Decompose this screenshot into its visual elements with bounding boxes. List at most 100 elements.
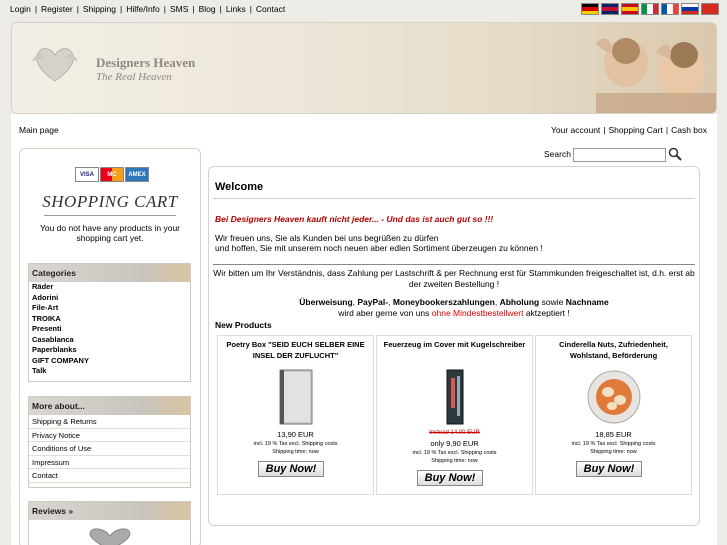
buy-now-button[interactable]: Buy Now!: [258, 461, 324, 477]
cinderella-nuts-image[interactable]: [586, 368, 642, 426]
reviews-header[interactable]: Reviews »: [29, 502, 190, 520]
product-name[interactable]: Feuerzeug im Cover mit Kugelschreiber: [377, 336, 532, 366]
pay-line2-b: aktzeptiert !: [523, 307, 570, 318]
product-tax: incl. 19 % Tax excl. Shipping costs: [412, 450, 497, 456]
more-about-header: More about...: [29, 397, 190, 415]
header-banner: Designers Heaven The Real Heaven: [11, 22, 717, 114]
top-link-sms[interactable]: SMS: [170, 4, 188, 14]
info-link[interactable]: Contact: [29, 469, 190, 483]
pay-method: Abholung: [499, 297, 540, 307]
more-about-list: Shipping & Returns Privacy Notice Conditio…: [29, 415, 190, 483]
logo-title: Designers Heaven: [96, 55, 196, 70]
nav-link-your-account[interactable]: Your account: [551, 125, 600, 135]
category-item[interactable]: File-Art: [29, 303, 190, 314]
top-links: Login | Register | Shipping | Hilfe/Info | SMS | B…: [10, 4, 285, 14]
category-item[interactable]: Adorini: [29, 293, 190, 304]
link-separator: |: [163, 4, 166, 14]
category-item[interactable]: Räder: [29, 282, 190, 293]
info-link[interactable]: Impressum: [29, 456, 190, 469]
top-link-login[interactable]: Login: [10, 4, 31, 14]
payment-methods-text: Überweisung, PayPal-, Moneybookerszahlun…: [213, 297, 695, 318]
categories-box: Categories Räder Adorini File-Art TROIKA Pre…: [28, 263, 191, 382]
product-shipping: Shipping time: now: [590, 449, 637, 455]
link-separator: |: [192, 4, 195, 14]
swiss-flag-icon[interactable]: [701, 3, 719, 15]
product-name[interactable]: Cinderella Nuts, Zufriedenheit, Wohlstan…: [536, 336, 691, 366]
product-tax: incl. 19 % Tax excl. Shipping costs: [253, 441, 338, 447]
pay-method: Moneybookerszahlungen: [392, 297, 495, 307]
right-column: Search Welcome Bei Designers Heaven kauf…: [208, 144, 708, 545]
cart-divider: [44, 215, 176, 216]
category-item[interactable]: Paperblanks: [29, 345, 190, 356]
product-old-price: Instead 14,00 EUR: [429, 430, 480, 436]
payment-line-2: wird aber gerne von uns ohne Mindestbest…: [213, 308, 695, 319]
nav-bar: Main page Your account | Shopping Cart | Cas…: [11, 114, 717, 144]
category-item[interactable]: Talk: [29, 366, 190, 377]
link-separator: |: [249, 4, 252, 14]
search-label: Search: [544, 149, 571, 159]
info-link[interactable]: Conditions of Use: [29, 442, 190, 456]
english-flag-icon[interactable]: [601, 3, 619, 15]
main-page-link[interactable]: Main page: [19, 125, 59, 135]
category-item[interactable]: Casablanca: [29, 335, 190, 346]
reviews-box: Reviews »: [28, 501, 191, 545]
amex-card-icon: AMEX: [125, 167, 149, 182]
top-bar: Login | Register | Shipping | Hilfe/Info | SMS | B…: [0, 0, 727, 18]
pay-line2-a: wird aber gerne von uns: [338, 307, 432, 318]
product-price: only 9,90 EUR: [430, 439, 479, 448]
nav-link-cash-box[interactable]: Cash box: [671, 125, 707, 135]
lighter-image[interactable]: [435, 368, 475, 426]
product-shipping: Shipping time: now: [431, 458, 478, 464]
link-separator: |: [603, 125, 606, 135]
top-link-links[interactable]: Links: [226, 4, 246, 14]
categories-header: Categories: [29, 264, 190, 282]
top-link-shipping[interactable]: Shipping: [83, 4, 116, 14]
italian-flag-icon[interactable]: [641, 3, 659, 15]
welcome-title: Welcome: [215, 181, 264, 193]
pay-method: Nachname: [565, 297, 609, 307]
logo-subtitle: The Real Heaven: [96, 71, 172, 83]
link-separator: |: [34, 4, 38, 14]
info-link[interactable]: Shipping & Returns: [29, 415, 190, 429]
min-order-link[interactable]: ohne Mindestbestellwert: [432, 308, 524, 318]
product-price: 13,90 EUR: [277, 430, 314, 439]
spanish-flag-icon[interactable]: [621, 3, 639, 15]
link-separator: |: [120, 4, 123, 14]
visa-card-icon: VISA: [75, 167, 99, 182]
winged-heart-logo-icon: [32, 48, 78, 82]
new-products-title: New Products: [215, 320, 272, 330]
german-flag-icon[interactable]: [581, 3, 599, 15]
shopping-cart-title[interactable]: SHOPPING CART: [20, 192, 200, 212]
french-flag-icon[interactable]: [661, 3, 679, 15]
more-about-box: More about... Shipping & Returns Privacy …: [28, 396, 191, 488]
pay-sowie: sowie: [539, 297, 566, 307]
account-links: Your account | Shopping Cart | Cash box: [551, 125, 707, 135]
buy-now-button[interactable]: Buy Now!: [417, 470, 483, 486]
buy-now-button[interactable]: Buy Now!: [576, 461, 642, 477]
link-separator: |: [219, 4, 222, 14]
product-card: Poetry Box "SEID EUCH SELBER EINE INSEL …: [217, 335, 374, 495]
category-item[interactable]: TROIKA: [29, 314, 190, 325]
top-link-hilfe-info[interactable]: Hilfe/Info: [126, 4, 160, 14]
product-grid: Poetry Box "SEID EUCH SELBER EINE INSEL …: [217, 335, 692, 495]
language-flags: [581, 3, 719, 15]
category-item[interactable]: GIFT COMPANY: [29, 356, 190, 367]
search-input[interactable]: [573, 148, 666, 162]
nav-link-shopping-cart[interactable]: Shopping Cart: [609, 125, 663, 135]
mastercard-icon: MC: [100, 167, 124, 182]
russian-flag-icon[interactable]: [681, 3, 699, 15]
top-link-register[interactable]: Register: [41, 4, 73, 14]
payment-notice: Wir bitten um Ihr Verständnis, dass Zahl…: [213, 268, 695, 289]
poetry-box-image[interactable]: [274, 368, 318, 426]
category-item[interactable]: Presenti: [29, 324, 190, 335]
payment-cards: VISA MC AMEX: [75, 167, 149, 182]
product-shipping: Shipping time: now: [272, 449, 319, 455]
top-link-contact[interactable]: Contact: [256, 4, 285, 14]
product-name[interactable]: Poetry Box "SEID EUCH SELBER EINE INSEL …: [218, 336, 373, 366]
search-icon[interactable]: [668, 147, 682, 161]
cherubs-image: [596, 38, 716, 113]
info-link[interactable]: Privacy Notice: [29, 429, 190, 442]
top-link-blog[interactable]: Blog: [199, 4, 216, 14]
product-card: Feuerzeug im Cover mit Kugelschreiber In…: [376, 335, 533, 495]
product-tax: incl. 19 % Tax excl. Shipping costs: [571, 441, 656, 447]
